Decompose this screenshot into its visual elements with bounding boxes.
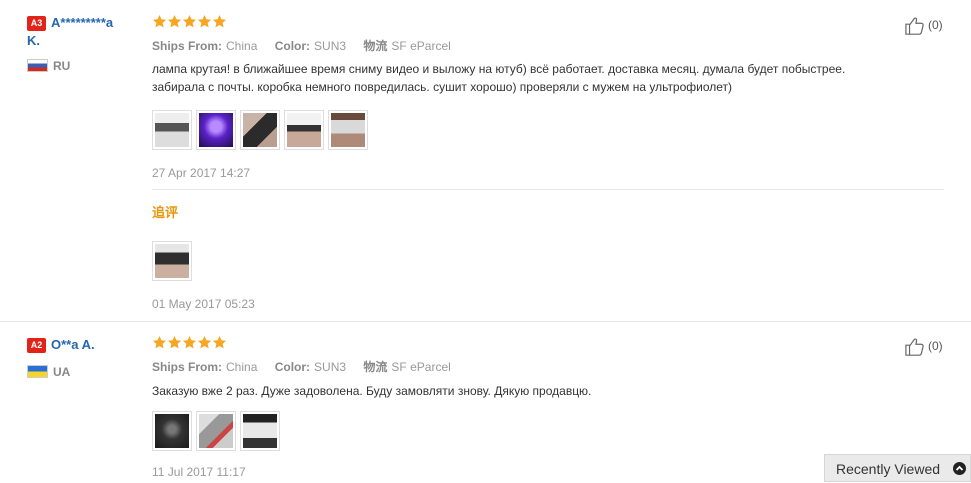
thumbs-up-icon	[905, 17, 924, 35]
review-photo-thumbnail[interactable]	[284, 110, 324, 150]
logistics-label: 物流	[363, 39, 388, 53]
star-icon	[212, 14, 227, 29]
reviewer-name-continued[interactable]: K.	[27, 32, 145, 50]
color-value: SUN3	[314, 39, 347, 53]
level-badge: A3	[27, 16, 46, 31]
review-photo-thumbnail[interactable]	[152, 241, 192, 281]
star-rating	[152, 14, 944, 32]
star-icon	[152, 335, 167, 350]
review-text-line: лампа крутая! в ближайшее время сниму ви…	[152, 62, 846, 76]
level-badge: A2	[27, 338, 46, 353]
review-photo-thumbnail[interactable]	[152, 411, 192, 451]
review-text-line: Заказую вже 2 раз. Дуже задоволена. Буду…	[152, 384, 592, 398]
review-photos	[152, 411, 944, 451]
reviewer-name[interactable]: O**a A.	[51, 337, 95, 352]
review-text-line: забирала с почты. коробка немного повред…	[152, 80, 733, 94]
review-photo-thumbnail[interactable]	[196, 110, 236, 150]
color-value: SUN3	[314, 360, 347, 374]
logistics-value: SF eParcel	[391, 39, 451, 53]
helpful-count: (0)	[928, 339, 943, 353]
review-meta: Ships From: China Color: SUN3 物流 SF eParcel	[152, 359, 944, 375]
country-code: RU	[53, 59, 71, 73]
review-content: Ships From: China Color: SUN3 物流 SF eParcel…	[152, 14, 944, 180]
helpful-count: (0)	[928, 18, 943, 32]
star-icon	[182, 335, 197, 350]
review-text: Заказую вже 2 раз. Дуже задоволена. Буду…	[152, 382, 944, 400]
review-date: 27 Apr 2017 14:27	[152, 166, 251, 180]
reviewer-country: UA	[27, 365, 145, 379]
review-photo-thumbnail[interactable]	[152, 110, 192, 150]
additional-review: 追评 01 May 2017 05:23	[152, 202, 944, 311]
logistics-value: SF eParcel	[391, 360, 451, 374]
reviewer-country: RU	[27, 59, 145, 73]
reviewer-name[interactable]: A*********a	[51, 15, 113, 30]
star-icon	[167, 335, 182, 350]
review-meta: Ships From: China Color: SUN3 物流 SF eParcel	[152, 38, 944, 54]
helpful-button[interactable]: (0)	[904, 14, 964, 36]
review-text: лампа крутая! в ближайшее время сниму ви…	[152, 60, 944, 96]
review-photo-thumbnail[interactable]	[240, 411, 280, 451]
ships-from-value: China	[226, 360, 258, 374]
star-icon	[182, 14, 197, 29]
thumbs-up-icon	[905, 338, 924, 356]
review-item: A3 A*********a K. RU Ships From: China Col…	[0, 0, 971, 321]
color-label: Color:	[274, 360, 311, 374]
color-label: Color:	[274, 39, 311, 53]
country-code: UA	[53, 365, 71, 379]
ships-from-label: Ships From:	[152, 39, 223, 53]
star-icon	[212, 335, 227, 350]
recently-viewed-tab[interactable]: Recently Viewed	[824, 454, 971, 482]
ships-from-label: Ships From:	[152, 360, 223, 374]
review-photo-thumbnail[interactable]	[196, 411, 236, 451]
reviewer-info: A3 A*********a K. RU	[27, 14, 145, 73]
review-photo-thumbnail[interactable]	[240, 110, 280, 150]
review-photos	[152, 110, 944, 150]
russia-flag-icon	[27, 59, 48, 72]
additional-review-date: 01 May 2017 05:23	[152, 297, 255, 311]
star-rating	[152, 335, 944, 353]
additional-review-photos	[152, 241, 944, 281]
star-icon	[167, 14, 182, 29]
chevron-up-icon[interactable]	[953, 462, 966, 475]
additional-review-title: 追评	[152, 205, 179, 220]
recently-viewed-label: Recently Viewed	[836, 461, 941, 477]
ukraine-flag-icon	[27, 365, 48, 378]
star-icon	[152, 14, 167, 29]
helpful-button[interactable]: (0)	[904, 335, 964, 357]
star-icon	[197, 335, 212, 350]
divider	[152, 189, 944, 190]
reviewer-info: A2 O**a A. UA	[27, 336, 145, 379]
ships-from-value: China	[226, 39, 258, 53]
logistics-label: 物流	[363, 360, 388, 374]
star-icon	[197, 14, 212, 29]
review-photo-thumbnail[interactable]	[328, 110, 368, 150]
